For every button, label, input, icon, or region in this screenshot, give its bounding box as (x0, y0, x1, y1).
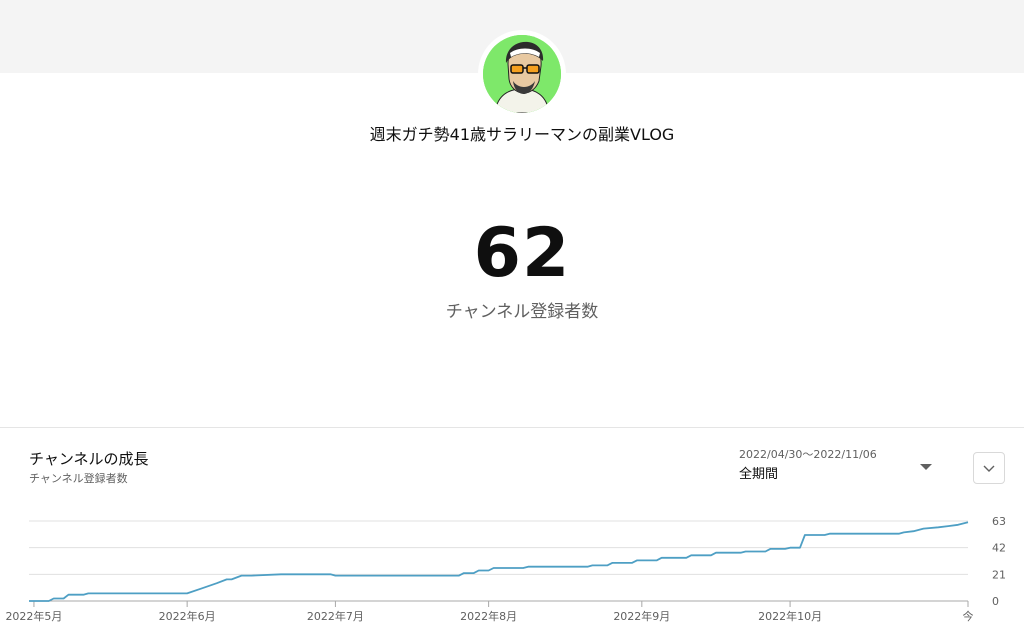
avatar-image (483, 35, 561, 113)
chevron-down-icon (983, 465, 995, 472)
x-tick-label: 2022年9月 (613, 609, 670, 623)
x-tick-label: 2022年10月 (758, 609, 822, 623)
channel-avatar[interactable] (478, 30, 566, 118)
x-tick-label: 2022年8月 (460, 609, 517, 623)
section-divider (0, 427, 1024, 428)
subscriber-count-label: チャンネル登録者数 (445, 302, 599, 322)
subscriber-growth-chart: 0 21 42 63 2022年5月 2022年6月 2022年7月 2022年8月 2022年… (5, 515, 1006, 623)
y-tick-label: 21 (992, 568, 1006, 581)
subscriber-count: 62 (473, 214, 571, 293)
x-tick-label: 2022年6月 (159, 609, 216, 623)
y-tick-label: 63 (992, 515, 1006, 528)
subscriber-line (29, 521, 969, 602)
channel-name[interactable]: 週末ガチ勢41歳サラリーマンの副業VLOG (0, 124, 1024, 146)
chart-subtitle: チャンネル登録者数 (29, 472, 128, 485)
caret-down-icon[interactable] (920, 464, 932, 470)
x-tick-label: 今 (963, 609, 974, 623)
avatar-illustration (483, 35, 561, 113)
chart-title: チャンネルの成長 (29, 450, 149, 468)
date-range-text: 2022/04/30〜2022/11/06 (739, 448, 877, 461)
y-tick-label: 42 (992, 542, 1006, 555)
period-select[interactable]: 全期間 (739, 465, 778, 485)
x-tick-label: 2022年7月 (307, 609, 364, 623)
x-tick-label: 2022年5月 (5, 609, 62, 623)
y-tick-label: 0 (992, 595, 999, 608)
expand-button[interactable] (973, 452, 1005, 484)
